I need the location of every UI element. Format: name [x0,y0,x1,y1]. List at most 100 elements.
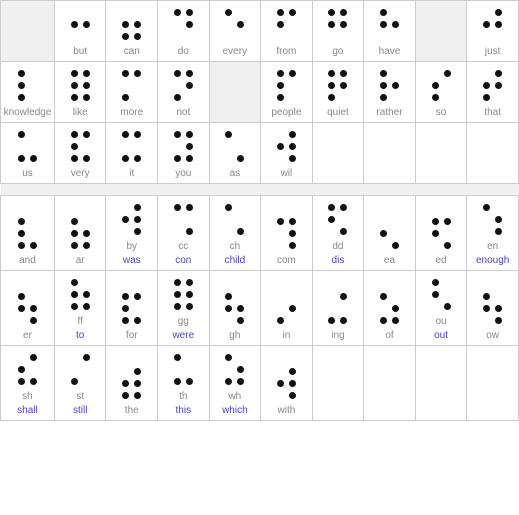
cell-label: have [379,45,401,59]
dot-filled [122,70,129,77]
cell-content [468,362,517,418]
dot-filled [328,317,335,324]
dot-filled [495,305,502,312]
dot-empty [184,92,191,99]
dot-empty [224,214,231,221]
braille-cell: quiet [312,62,364,123]
dot-empty [172,31,179,38]
dot-filled [186,143,193,150]
dot-empty [430,240,437,247]
cell-label: cccon [175,240,191,268]
dot-filled [134,216,141,223]
dot-filled [18,366,25,373]
dot-filled [122,305,129,312]
dot-empty [236,352,243,359]
dot-filled [18,131,25,138]
dot-empty [224,315,231,322]
dot-empty [430,129,437,136]
dot-empty [16,19,23,26]
cell-label: ed [435,254,446,268]
dot-filled [277,70,284,77]
dot-filled [225,9,232,16]
dot-empty [327,129,334,136]
dot-filled [174,354,181,361]
dot-empty [287,92,294,99]
dot-filled [134,131,141,138]
dot-filled [134,368,141,375]
dot-filled [380,94,387,101]
cell-label: us [22,167,33,181]
dot-empty [442,289,449,296]
cell-content: chchild [211,198,260,268]
dot-empty [184,364,191,371]
dot-filled [289,305,296,312]
cell-content: just [468,3,517,59]
dot-empty [121,226,128,233]
dot-empty [69,31,76,38]
dot-empty [494,378,501,385]
dot-filled [289,9,296,16]
cell-content: knowledge [2,64,53,120]
cell-label: from [276,45,296,59]
dot-grid [378,216,400,250]
braille-cell: as [209,123,261,184]
dot-filled [174,9,181,16]
dot-empty [28,68,35,75]
dot-empty [482,153,489,160]
braille-cell [312,123,364,184]
dot-grid [482,68,504,102]
dot-empty [236,291,243,298]
dot-empty [121,7,128,14]
dot-empty [133,7,140,14]
dot-grid [430,216,452,250]
braille-cell [467,123,519,184]
dot-filled [18,155,25,162]
braille-cell: like [54,62,106,123]
dot-filled [328,94,335,101]
dot-filled [186,378,193,385]
dot-filled [483,204,490,211]
braille-cell: you [158,123,210,184]
dot-empty [482,68,489,75]
cell-content: dddis [314,198,363,268]
dot-filled [380,293,387,300]
dot-filled [277,9,284,16]
label-line: were [172,329,194,343]
cell-label: and [19,254,36,268]
dot-filled [122,216,129,223]
gap-cell [158,184,210,196]
dot-filled [432,291,439,298]
dot-filled [71,143,78,150]
dot-empty [287,291,294,298]
cell-label: ffto [76,315,84,343]
dot-empty [121,202,128,209]
dot-filled [328,70,335,77]
dot-filled [380,317,387,324]
cell-label: very [71,167,90,181]
dot-filled [30,155,37,162]
dot-filled [71,218,78,225]
dot-filled [289,380,296,387]
dot-grid [430,68,452,102]
dot-grid [16,129,38,163]
cell-label: enenough [476,240,509,268]
label-line: con [175,254,191,268]
dot-filled [83,303,90,310]
dot-filled [444,218,451,225]
dot-filled [174,94,181,101]
dot-empty [442,153,449,160]
dot-filled [328,216,335,223]
cell-content [2,3,53,59]
dot-filled [83,94,90,101]
gap-cell [209,184,261,196]
cell-label: but [73,45,87,59]
dot-filled [30,378,37,385]
dot-grid [327,291,349,325]
dot-empty [81,277,88,284]
dot-grid [482,129,504,163]
braille-cell [415,346,467,421]
dot-filled [134,228,141,235]
dot-empty [339,92,346,99]
dot-filled [328,204,335,211]
dot-filled [83,291,90,298]
